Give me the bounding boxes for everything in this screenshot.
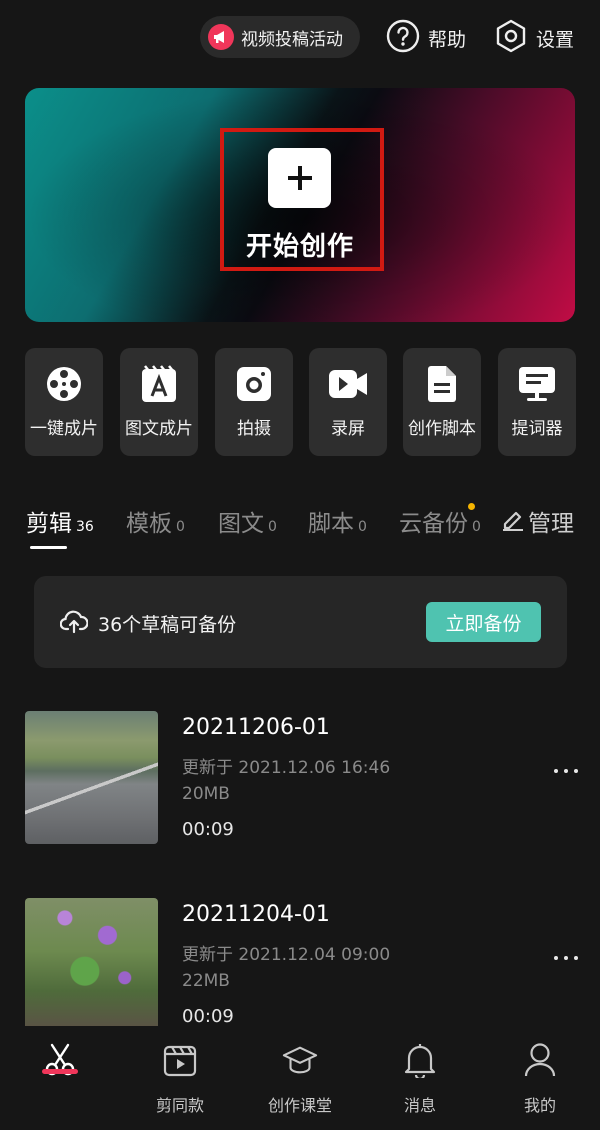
bell-icon: [402, 1042, 438, 1078]
active-nav-indicator: [42, 1069, 78, 1074]
draft-title: 20211204-01: [182, 902, 330, 927]
draft-thumbnail[interactable]: [25, 711, 158, 844]
nav-label: 剪同款: [155, 1096, 204, 1115]
help-button[interactable]: 帮助: [386, 19, 467, 57]
more-options-icon[interactable]: [554, 769, 578, 773]
draft-item[interactable]: 20211206-01 更新于 2021.12.06 16:46 20MB 00…: [0, 711, 600, 851]
tool-creation-script[interactable]: 创作脚本: [403, 348, 481, 456]
film-reel-icon: [44, 364, 84, 404]
help-icon: [386, 19, 420, 57]
tool-one-click-video[interactable]: 一键成片: [25, 348, 103, 456]
camera-icon: [234, 364, 274, 404]
tab-template[interactable]: 模板 0: [126, 504, 185, 538]
start-creation-card[interactable]: 开始创作: [25, 88, 575, 322]
script-document-icon: [422, 364, 462, 404]
profile-icon: [522, 1042, 558, 1078]
tool-label: 创作脚本: [408, 419, 476, 439]
help-label: 帮助: [428, 28, 467, 51]
tool-label: 一键成片: [30, 419, 98, 439]
tab-script[interactable]: 脚本 0: [308, 504, 367, 538]
draft-item[interactable]: 20211204-01 更新于 2021.12.04 09:00 22MB 00…: [0, 898, 600, 1038]
nav-label: 消息: [403, 1096, 436, 1115]
nav-messages[interactable]: 消息: [370, 1042, 470, 1116]
manage-button[interactable]: 管理: [502, 504, 574, 538]
tool-capture[interactable]: 拍摄: [215, 348, 293, 456]
manage-label: 管理: [528, 511, 574, 537]
template-clapper-icon: [162, 1042, 198, 1078]
settings-label: 设置: [536, 28, 575, 51]
megaphone-icon: [208, 24, 234, 50]
draft-updated-time: 更新于 2021.12.04 09:00: [182, 945, 391, 965]
edit-pencil-icon: [502, 507, 524, 535]
draft-title: 20211206-01: [182, 715, 330, 740]
tool-shortcuts: 一键成片 图文成片 拍摄 录屏 创作脚本 提词器: [25, 348, 585, 456]
draft-duration: 00:09: [182, 819, 234, 840]
top-bar: 视频投稿活动 帮助 设置: [0, 16, 600, 62]
tool-label: 提词器: [511, 419, 563, 439]
tool-label: 图文成片: [125, 419, 193, 439]
nav-creator-classroom[interactable]: 创作课堂: [250, 1042, 350, 1116]
draft-thumbnail[interactable]: [25, 898, 158, 1031]
active-tab-indicator: [30, 546, 67, 549]
promo-label: 视频投稿活动: [241, 29, 343, 50]
gear-icon: [494, 19, 528, 57]
graduation-cap-icon: [282, 1042, 318, 1078]
nav-label: 我的: [523, 1096, 556, 1115]
backup-now-button[interactable]: 立即备份: [426, 602, 541, 642]
nav-profile[interactable]: 我的: [490, 1042, 590, 1116]
tool-teleprompter[interactable]: 提词器: [498, 348, 576, 456]
nav-same-template[interactable]: 剪同款: [130, 1042, 230, 1116]
tab-edit[interactable]: 剪辑 36: [26, 504, 94, 538]
nav-label: 创作课堂: [267, 1096, 332, 1115]
tool-text-to-video[interactable]: 图文成片: [120, 348, 198, 456]
screen-record-icon: [328, 364, 368, 404]
tab-image-text[interactable]: 图文 0: [218, 504, 277, 538]
tool-label: 录屏: [331, 419, 365, 439]
draft-updated-time: 更新于 2021.12.06 16:46: [182, 758, 391, 778]
backup-banner: 36个草稿可备份 立即备份: [34, 576, 567, 668]
text-image-icon: [139, 364, 179, 404]
tool-screen-record[interactable]: 录屏: [309, 348, 387, 456]
draft-size: 20MB: [182, 784, 230, 804]
draft-tabs: 剪辑 36 模板 0 图文 0 脚本 0 云备份 0 管理: [0, 500, 600, 556]
bottom-navigation: 剪同款 创作课堂 消息 我的: [0, 1026, 600, 1130]
cloud-upload-icon: [59, 610, 89, 638]
video-submission-promo-button[interactable]: 视频投稿活动: [200, 16, 360, 58]
nav-edit[interactable]: [10, 1042, 110, 1092]
tool-label: 拍摄: [237, 419, 271, 439]
highlight-frame: [220, 128, 384, 271]
backup-message: 36个草稿可备份: [98, 614, 237, 636]
notification-dot: [468, 503, 475, 510]
more-options-icon[interactable]: [554, 956, 578, 960]
draft-duration: 00:09: [182, 1006, 234, 1027]
settings-button[interactable]: 设置: [494, 19, 575, 57]
teleprompter-icon: [517, 364, 557, 404]
draft-size: 22MB: [182, 971, 230, 991]
